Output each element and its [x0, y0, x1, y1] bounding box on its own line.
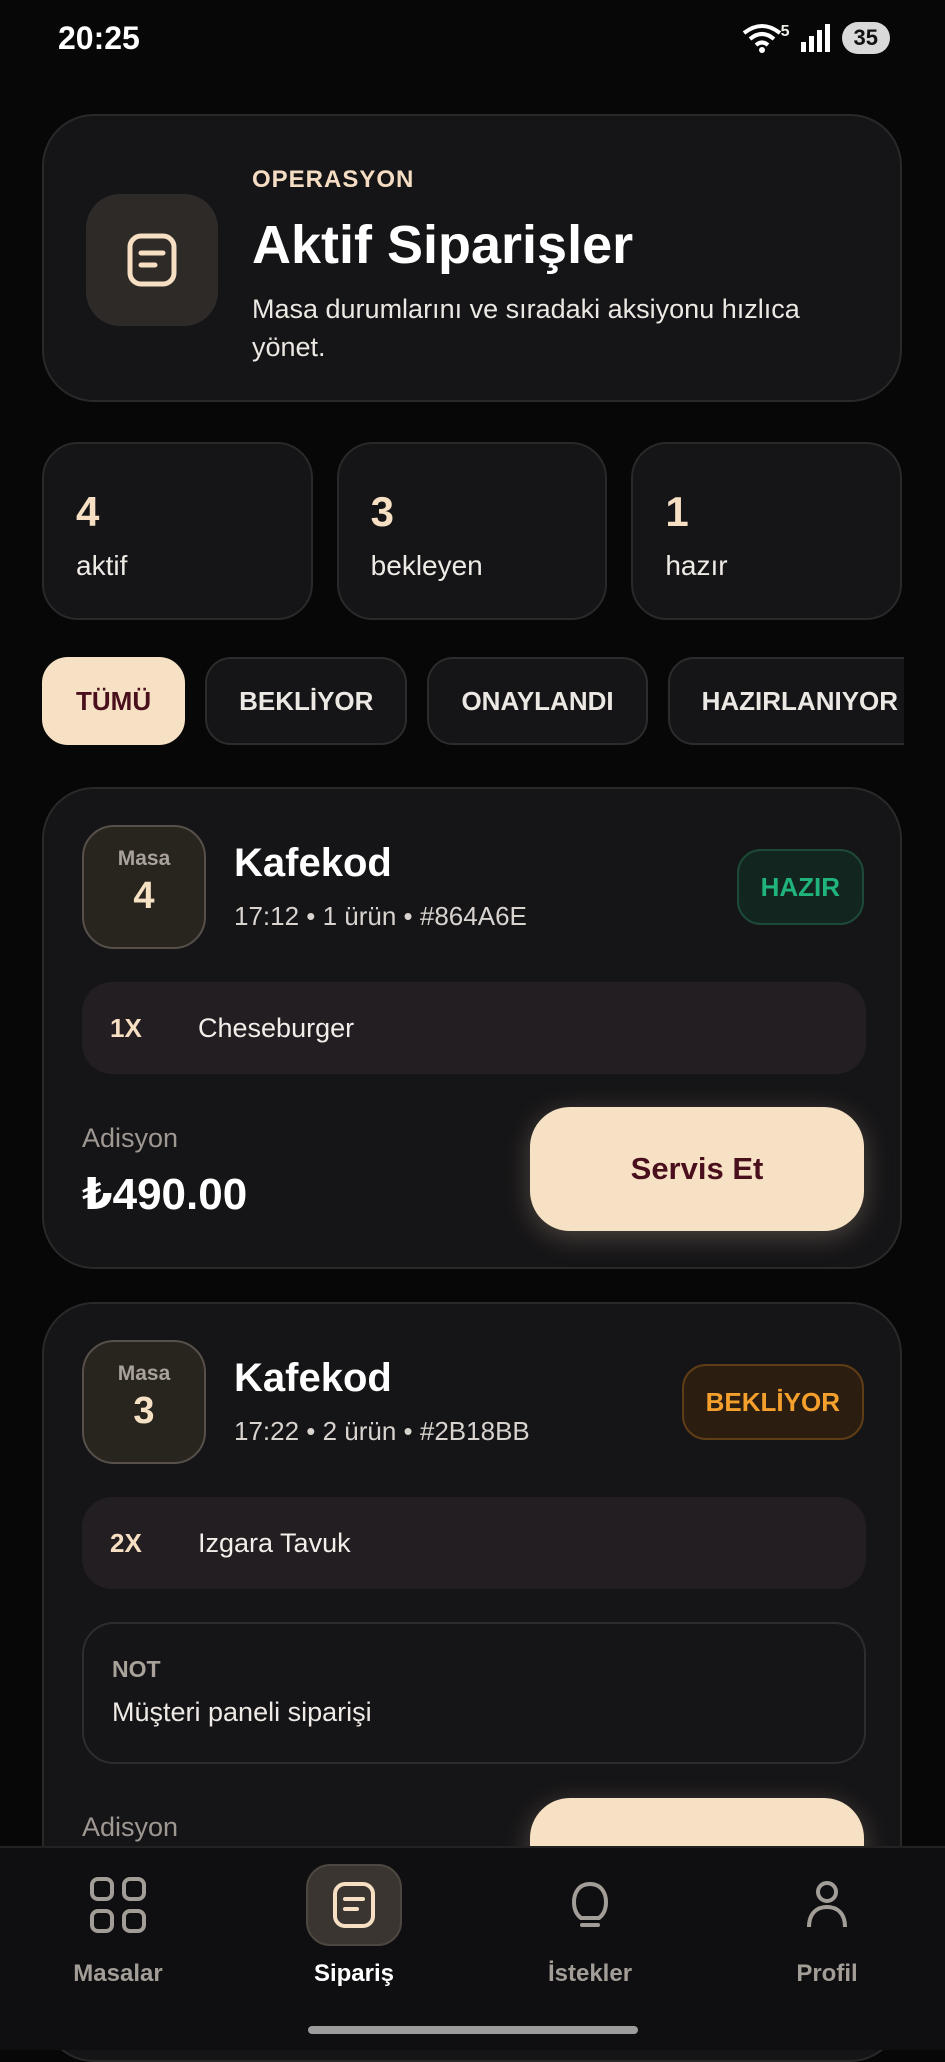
status-filter-row: TÜMÜ BEKLİYOR ONAYLANDI HAZIRLANIYOR [42, 657, 904, 749]
nav-label: İstekler [547, 1960, 633, 1987]
note-text: Müşteri paneli siparişi [112, 1697, 372, 1727]
nav-label: Sipariş [313, 1960, 395, 1987]
order-note: NOT Müşteri paneli siparişi [82, 1622, 866, 1764]
status-time: 20:25 [58, 20, 140, 56]
section-eyebrow: OPERASYON [252, 166, 415, 193]
wifi-icon [742, 24, 781, 53]
item-quantity: 1X [110, 1012, 142, 1043]
nav-profile[interactable]: Profil [727, 1864, 927, 1988]
nav-label: Profil [796, 1960, 858, 1987]
status-bar: 20:25 5 35 [0, 0, 945, 80]
nav-orders[interactable]: Sipariş [254, 1864, 454, 1988]
bill-total: ₺490.00 [82, 1170, 248, 1219]
table-label: Masa [117, 847, 171, 870]
stat-label: hazır [665, 550, 728, 581]
stat-label: bekleyen [370, 550, 483, 581]
person-icon [807, 1881, 847, 1928]
order-customer: Kafekod [234, 1356, 392, 1400]
orders-icon-box [86, 194, 218, 326]
serve-button[interactable]: Servis Et [530, 1107, 864, 1231]
order-item: 1X Cheseburger [82, 982, 866, 1074]
header-card: OPERASYON Aktif Siparişler Masa durumlar… [42, 114, 902, 402]
table-label: Masa [117, 1362, 171, 1385]
status-icons: 5 35 [741, 22, 890, 54]
stats-row: 4 aktif 3 bekleyen 1 hazır [42, 442, 903, 620]
nav-tables[interactable]: Masalar [18, 1864, 218, 1988]
stat-active: 4 aktif [42, 442, 313, 620]
document-icon [333, 1882, 375, 1928]
item-quantity: 2X [110, 1527, 142, 1558]
stat-label: aktif [76, 550, 128, 581]
filter-preparing[interactable]: HAZIRLANIYOR [667, 657, 904, 745]
order-meta: 17:12 • 1 ürün • #864A6E [234, 901, 527, 931]
order-card[interactable]: Masa 4 Kafekod 17:12 • 1 ürün • #864A6E … [42, 787, 902, 1269]
order-item: 2X Izgara Tavuk [82, 1497, 866, 1589]
bill-label: Adisyon [82, 1123, 179, 1153]
order-meta: 17:22 • 2 ürün • #2B18BB [234, 1416, 530, 1446]
stat-value: 1 [665, 488, 689, 535]
stat-value: 4 [76, 488, 100, 535]
table-number: 3 [133, 1390, 155, 1432]
bill-label: Adisyon [82, 1812, 179, 1842]
table-badge: Masa 4 [82, 825, 206, 949]
home-indicator[interactable] [308, 2026, 638, 2034]
signal-icon [800, 24, 830, 52]
stat-value: 3 [370, 488, 395, 535]
table-badge: Masa 3 [82, 1340, 206, 1464]
table-number: 4 [133, 875, 155, 917]
item-name: Izgara Tavuk [198, 1527, 351, 1558]
item-name: Cheseburger [198, 1012, 355, 1043]
grid-icon [90, 1877, 146, 1933]
bell-icon [571, 1881, 609, 1927]
status-badge: BEKLİYOR [681, 1364, 864, 1440]
stat-ready: 1 hazır [631, 442, 903, 620]
nav-label: Masalar [73, 1960, 163, 1987]
page-subtitle: Masa durumlarını ve sıradaki aksiyonu hı… [252, 294, 800, 362]
stat-pending: 3 bekleyen [336, 442, 608, 620]
bottom-nav: Masalar Sipariş İstekler Profil [0, 1846, 945, 2050]
order-customer: Kafekod [234, 841, 392, 885]
page-title: Aktif Siparişler [252, 215, 634, 275]
filter-waiting[interactable]: BEKLİYOR [205, 657, 408, 745]
note-label: NOT [112, 1656, 161, 1682]
status-badge: HAZIR [736, 849, 864, 925]
filter-confirmed[interactable]: ONAYLANDI [427, 657, 648, 745]
battery-indicator: 35 [841, 22, 890, 54]
network-type: 5 [780, 23, 790, 40]
nav-requests[interactable]: İstekler [490, 1864, 690, 1988]
document-icon [127, 233, 177, 287]
filter-all[interactable]: TÜMÜ [42, 657, 186, 745]
